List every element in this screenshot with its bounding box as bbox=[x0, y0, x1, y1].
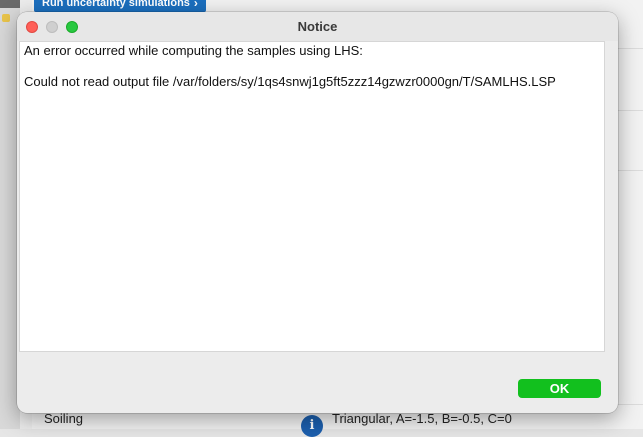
minimize-window-button[interactable] bbox=[46, 21, 58, 33]
message-text-area[interactable]: An error occurred while computing the sa… bbox=[19, 41, 605, 352]
soiling-distribution-value: Triangular, A=-1.5, B=-0.5, C=0 bbox=[332, 411, 512, 426]
zoom-window-button[interactable] bbox=[66, 21, 78, 33]
info-icon[interactable]: i bbox=[301, 415, 323, 437]
dialog-title: Notice bbox=[297, 19, 338, 34]
run-uncertainty-simulations-button[interactable]: Run uncertainty simulations › bbox=[34, 0, 206, 12]
chevron-right-icon: › bbox=[193, 0, 198, 10]
close-window-button[interactable] bbox=[26, 21, 38, 33]
sidebar-chip bbox=[0, 0, 20, 8]
error-message-line: An error occurred while computing the sa… bbox=[24, 43, 363, 58]
run-button-label: Run uncertainty simulations bbox=[42, 0, 190, 9]
note-icon bbox=[2, 14, 10, 22]
error-detail-line: Could not read output file /var/folders/… bbox=[24, 74, 556, 89]
notice-dialog: Notice An error occurred while computing… bbox=[17, 12, 618, 413]
soiling-label: Soiling bbox=[44, 411, 84, 426]
dialog-titlebar[interactable]: Notice bbox=[17, 12, 618, 41]
ok-button[interactable]: OK bbox=[518, 379, 601, 398]
